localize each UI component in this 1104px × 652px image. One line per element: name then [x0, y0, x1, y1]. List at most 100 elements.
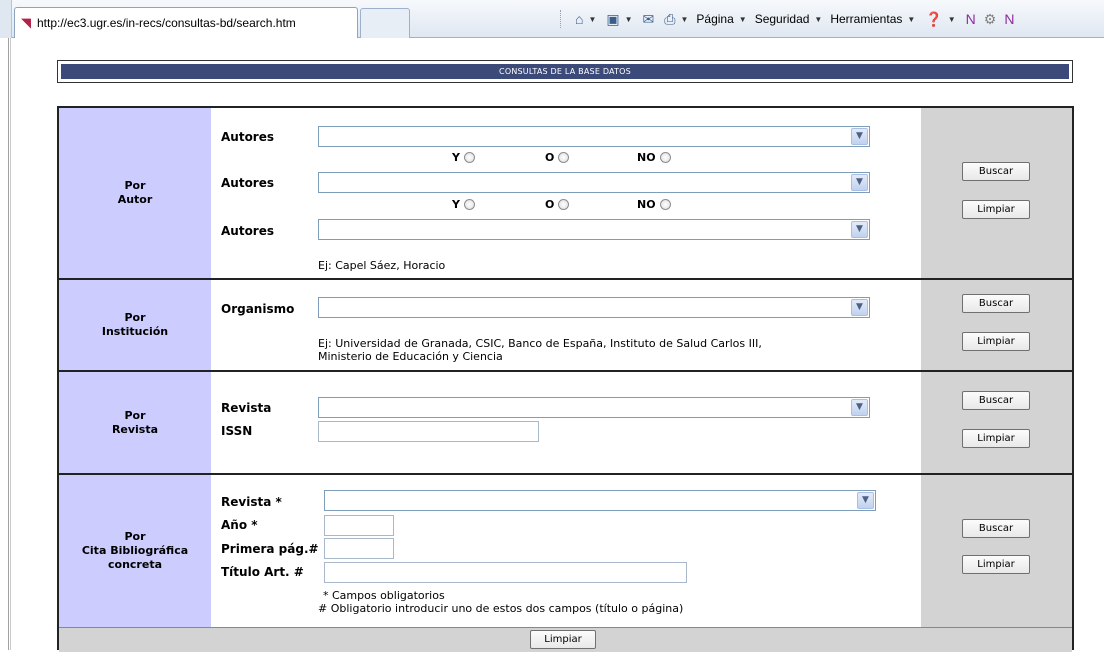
operator-y-2[interactable]: Y — [452, 198, 475, 211]
page-favicon-icon: ◥ — [21, 16, 31, 31]
operator-y-1[interactable]: Y — [452, 151, 475, 164]
article-title-label: Título Art. # — [221, 565, 304, 579]
command-bar: ⌂ ▼ ▣ ▼ ✉ ⎙ ▼ Página ▼ Seguridad ▼ Herramient… — [560, 8, 1016, 30]
authors-label-1: Autores — [221, 130, 275, 144]
chevron-down-icon[interactable]: ▼ — [948, 15, 956, 24]
chevron-down-icon[interactable]: ▼ — [851, 128, 868, 145]
new-tab-button[interactable] — [360, 8, 410, 38]
section-institution: Por Institución Organismo ▼ Ej: Universi… — [59, 280, 1072, 372]
category-label-line: Autor — [117, 193, 153, 206]
category-label-author: Por Autor — [59, 108, 211, 278]
citation-journal-label: Revista * — [221, 495, 282, 509]
chevron-down-icon[interactable]: ▼ — [680, 15, 688, 24]
search-institution-button[interactable]: Buscar — [962, 294, 1030, 313]
browser-toolbar: ◥ http://ec3.ugr.es/in-recs/consultas-bd… — [0, 0, 1104, 38]
search-citation-button[interactable]: Buscar — [962, 519, 1030, 538]
mail-icon[interactable]: ✉ — [643, 11, 655, 28]
clear-author-button[interactable]: Limpiar — [962, 200, 1030, 219]
operator-label: O — [545, 151, 555, 164]
chevron-down-icon[interactable]: ▼ — [851, 399, 868, 416]
radio-button[interactable] — [558, 199, 570, 210]
window-edge — [0, 0, 12, 38]
chevron-down-icon[interactable]: ▼ — [625, 15, 633, 24]
first-page-input[interactable] — [324, 538, 394, 559]
author-example: Ej: Capel Sáez, Horacio — [318, 259, 446, 272]
citation-journal-select[interactable]: ▼ — [324, 490, 876, 511]
category-label-journal: Por Revista — [59, 372, 211, 473]
section-journal: Por Revista Revista ▼ ISSN Buscar Limpia… — [59, 372, 1072, 475]
home-icon[interactable]: ⌂ — [575, 11, 583, 27]
category-label-line: Por — [124, 408, 146, 422]
chevron-down-icon[interactable]: ▼ — [588, 15, 596, 24]
page-border — [8, 38, 9, 650]
chevron-down-icon[interactable]: ▼ — [814, 15, 822, 24]
first-page-label: Primera pág.# — [221, 542, 319, 556]
operator-o-1[interactable]: O — [545, 151, 570, 164]
chevron-down-icon[interactable]: ▼ — [851, 221, 868, 238]
category-label-line: Revista — [111, 422, 159, 436]
example-line: Ej: Universidad de Granada, CSIC, Banco … — [318, 337, 762, 350]
radio-button[interactable] — [463, 199, 475, 210]
institution-actions: Buscar Limpiar — [921, 280, 1072, 370]
section-citation: Por Cita Bibliográfica concreta Revista … — [59, 475, 1072, 627]
category-label-citation: Por Cita Bibliográfica concreta — [59, 475, 211, 627]
operator-label: NO — [637, 198, 656, 211]
authors-label-2: Autores — [221, 176, 275, 190]
onenote-icon[interactable]: N — [966, 11, 976, 27]
security-menu[interactable]: Seguridad — [755, 12, 810, 26]
authors-select-2[interactable]: ▼ — [318, 172, 870, 193]
journal-actions: Buscar Limpiar — [921, 372, 1072, 473]
either-field-note: # Obligatorio introducir uno de estos do… — [318, 602, 684, 615]
clear-citation-button[interactable]: Limpiar — [962, 555, 1030, 574]
radio-button[interactable] — [659, 152, 671, 163]
required-note: * Campos obligatorios — [323, 589, 445, 602]
organization-select[interactable]: ▼ — [318, 297, 870, 318]
help-icon[interactable]: ❓ — [925, 11, 942, 28]
clear-journal-button[interactable]: Limpiar — [962, 429, 1030, 448]
operator-label: Y — [452, 198, 460, 211]
chevron-down-icon[interactable]: ▼ — [851, 174, 868, 191]
operator-no-1[interactable]: NO — [637, 151, 671, 164]
tab-url: http://ec3.ugr.es/in-recs/consultas-bd/s… — [37, 16, 296, 30]
clear-institution-button[interactable]: Limpiar — [962, 332, 1030, 351]
radio-button[interactable] — [463, 152, 475, 163]
authors-select-3[interactable]: ▼ — [318, 219, 870, 240]
article-title-input[interactable] — [324, 562, 687, 583]
onenote-icon[interactable]: N — [1004, 11, 1014, 27]
authors-label-3: Autores — [221, 224, 275, 238]
citation-notes: * Campos obligatorios # Obligatorio intr… — [318, 589, 683, 615]
example-line: Ministerio de Educación y Ciencia — [318, 350, 503, 363]
page-header: Consultas de la base datos — [57, 60, 1073, 83]
feeds-icon[interactable]: ▣ — [606, 11, 619, 28]
tools-menu[interactable]: Herramientas — [830, 12, 902, 26]
chevron-down-icon[interactable]: ▼ — [851, 299, 868, 316]
chevron-down-icon[interactable]: ▼ — [907, 15, 915, 24]
category-label-line: Cita Bibliográfica — [81, 544, 189, 557]
gear-icon[interactable]: ⚙ — [984, 11, 997, 28]
authors-select-1[interactable]: ▼ — [318, 126, 870, 147]
author-actions: Buscar Limpiar — [921, 108, 1072, 278]
operator-o-2[interactable]: O — [545, 198, 570, 211]
radio-button[interactable] — [659, 199, 671, 210]
clear-all-button[interactable]: Limpiar — [530, 630, 596, 649]
issn-input[interactable] — [318, 421, 539, 442]
section-author: Por Autor Autores ▼ Y O NO Autores ▼ Y O… — [59, 108, 1072, 280]
operator-no-2[interactable]: NO — [637, 198, 671, 211]
year-input[interactable] — [324, 515, 394, 536]
browser-tab[interactable]: ◥ http://ec3.ugr.es/in-recs/consultas-bd… — [14, 7, 358, 38]
search-author-button[interactable]: Buscar — [962, 162, 1030, 181]
category-label-institution: Por Institución — [59, 280, 211, 370]
page-menu[interactable]: Página — [696, 12, 733, 26]
year-label: Año * — [221, 518, 258, 532]
journal-select[interactable]: ▼ — [318, 397, 870, 418]
chevron-down-icon[interactable]: ▼ — [739, 15, 747, 24]
search-journal-button[interactable]: Buscar — [962, 391, 1030, 410]
radio-button[interactable] — [558, 152, 570, 163]
category-label-line: Por — [124, 530, 146, 543]
category-label-line: concreta — [108, 558, 162, 571]
category-label-line: Por — [124, 311, 146, 324]
category-label-line: Por — [124, 179, 146, 192]
organization-label: Organismo — [221, 302, 295, 316]
chevron-down-icon[interactable]: ▼ — [857, 492, 874, 509]
print-icon[interactable]: ⎙ — [664, 11, 675, 28]
